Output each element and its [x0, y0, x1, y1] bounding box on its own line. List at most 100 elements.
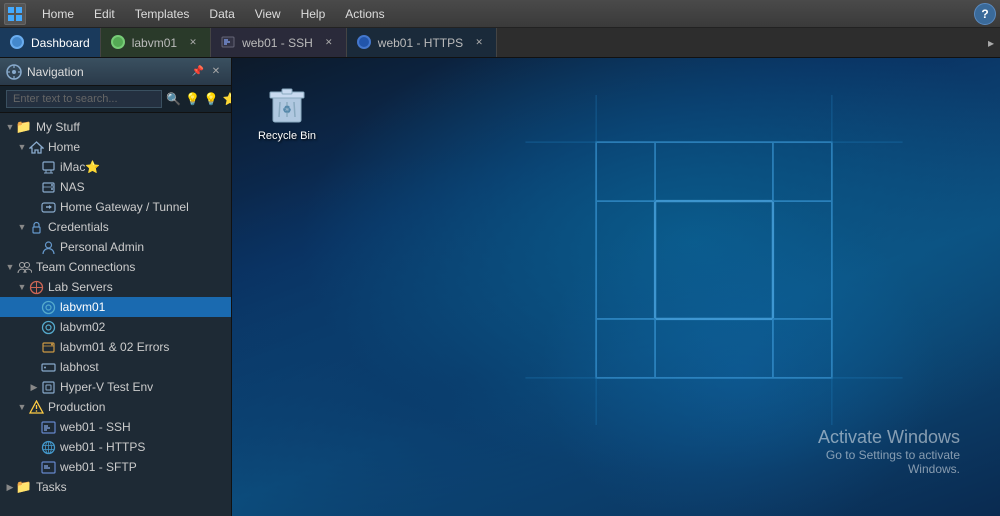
tree-icon-imac [40, 159, 56, 175]
tree-icon-sftp [40, 459, 56, 475]
tree-icon-team [16, 259, 32, 275]
tree-label-hyperv: Hyper-V Test Env [60, 380, 153, 394]
tree-label-labhost: labhost [60, 360, 99, 374]
menu-view[interactable]: View [245, 0, 291, 27]
tree-icon-vm [40, 299, 56, 315]
search-bar: 🔍 💡 💡 ⭐ [0, 86, 231, 113]
tree-label-my-stuff: My Stuff [36, 120, 80, 134]
tab-labvm01[interactable]: labvm01 ✕ [101, 28, 211, 57]
tree-icon-tunnel [40, 199, 56, 215]
search-button[interactable]: 🔍 [166, 92, 181, 106]
tab-overflow[interactable]: ▸ [982, 28, 1000, 57]
tree-icon-prod [28, 399, 44, 415]
tree-chevron-home: ▼ [16, 142, 28, 152]
svg-text:♻: ♻ [283, 105, 292, 116]
tree-item-tunnel[interactable]: Home Gateway / Tunnel [0, 197, 231, 217]
tree-item-imac[interactable]: iMac⭐ [0, 157, 231, 177]
menu-help[interactable]: Help [291, 0, 336, 27]
tree-label-production: Production [48, 400, 105, 414]
menu-home[interactable]: Home [32, 0, 84, 27]
tree-icon-tasks: 📁 [16, 479, 32, 495]
search-input[interactable] [6, 90, 162, 108]
tab-web01-https[interactable]: web01 - HTTPS ✕ [347, 28, 497, 57]
tab-web01-https-close[interactable]: ✕ [472, 36, 486, 50]
tree-label-credentials: Credentials [48, 220, 109, 234]
tree-item-web01-https[interactable]: web01 - HTTPS [0, 437, 231, 457]
tree-label-personal-admin: Personal Admin [60, 240, 144, 254]
menubar: Home Edit Templates Data View Help Actio… [0, 0, 1000, 28]
nav-icon [6, 64, 22, 80]
web01-ssh-tab-icon [221, 35, 237, 51]
tree-label-imac: iMac⭐ [60, 160, 100, 174]
filter2-icon[interactable]: 💡 [204, 92, 219, 106]
tree-icon-error [40, 339, 56, 355]
help-button[interactable]: ? [974, 3, 996, 25]
tree-item-nas[interactable]: NAS [0, 177, 231, 197]
sidebar-pin-button[interactable]: 📌 [189, 63, 207, 81]
sidebar-title: Navigation [27, 65, 189, 79]
tab-dashboard-label: Dashboard [31, 36, 90, 50]
tree-label-web01-https: web01 - HTTPS [60, 440, 145, 454]
tab-dashboard[interactable]: Dashboard [0, 28, 101, 57]
tree-icon-vm [40, 319, 56, 335]
tree-item-lab-servers[interactable]: ▼ Lab Servers [0, 277, 231, 297]
tree-icon-lab [28, 279, 44, 295]
activate-title: Activate Windows [818, 427, 960, 448]
tree-label-nas: NAS [60, 180, 85, 194]
navigation-tree: ▼📁My Stuff▼HomeiMac⭐NASHome Gateway / Tu… [0, 113, 231, 516]
tree-chevron-team-connections: ▼ [4, 262, 16, 272]
tree-item-hyperv[interactable]: ▶Hyper-V Test Env [0, 377, 231, 397]
tree-icon-host [40, 359, 56, 375]
tree-icon-https [40, 439, 56, 455]
tree-icon-folder: 📁 [16, 119, 32, 135]
sidebar-close-button[interactable]: ✕ [207, 63, 225, 81]
tree-chevron-credentials: ▼ [16, 222, 28, 232]
menu-data[interactable]: Data [199, 0, 244, 27]
tree-item-labvm-errors[interactable]: labvm01 & 02 Errors [0, 337, 231, 357]
tree-label-labvm02: labvm02 [60, 320, 105, 334]
filter-icon[interactable]: 💡 [185, 92, 200, 106]
tree-item-labvm02[interactable]: labvm02 [0, 317, 231, 337]
tree-item-team-connections[interactable]: ▼ Team Connections [0, 257, 231, 277]
web01-https-tab-icon [357, 35, 373, 51]
tree-label-tasks: Tasks [36, 480, 67, 494]
windows-decoration [524, 95, 904, 425]
tree-chevron-lab-servers: ▼ [16, 282, 28, 292]
sidebar-header: Navigation 📌 ✕ [0, 58, 231, 86]
tree-label-labvm-errors: labvm01 & 02 Errors [60, 340, 169, 354]
tree-item-home[interactable]: ▼ Home [0, 137, 231, 157]
tree-item-tasks[interactable]: ▶📁 Tasks [0, 477, 231, 497]
tree-item-production[interactable]: ▼Production [0, 397, 231, 417]
tab-labvm01-close[interactable]: ✕ [186, 36, 200, 50]
tree-item-personal-admin[interactable]: Personal Admin [0, 237, 231, 257]
desktop-area: ♻ Recycle Bin Activate Windows Go to Set… [232, 58, 1000, 516]
favorite-icon[interactable]: ⭐ [223, 92, 232, 106]
labvm01-tab-icon [111, 35, 127, 51]
tree-item-web01-sftp[interactable]: web01 - SFTP [0, 457, 231, 477]
main-area: Navigation 📌 ✕ 🔍 💡 💡 ⭐ ▼📁My Stuff▼HomeiM… [0, 58, 1000, 516]
tree-icon-user [40, 239, 56, 255]
tree-item-credentials[interactable]: ▼ Credentials [0, 217, 231, 237]
tree-item-labhost[interactable]: labhost [0, 357, 231, 377]
tree-item-labvm01[interactable]: labvm01 [0, 297, 231, 317]
tree-item-my-stuff[interactable]: ▼📁 My Stuff [0, 117, 231, 137]
activate-subtitle: Go to Settings to activate Windows. [818, 448, 960, 476]
tree-icon-ssh [40, 419, 56, 435]
menu-edit[interactable]: Edit [84, 0, 125, 27]
tree-item-web01-ssh[interactable]: web01 - SSH [0, 417, 231, 437]
recycle-bin[interactable]: ♻ Recycle Bin [252, 78, 322, 142]
tree-chevron-my-stuff: ▼ [4, 122, 16, 132]
app-logo[interactable] [4, 3, 26, 25]
tree-label-labvm01: labvm01 [60, 300, 105, 314]
menu-actions[interactable]: Actions [335, 0, 394, 27]
tree-icon-hyperv [40, 379, 56, 395]
tab-web01-ssh-close[interactable]: ✕ [322, 36, 336, 50]
tree-chevron-tasks: ▶ [4, 482, 16, 493]
tab-web01-ssh[interactable]: web01 - SSH ✕ [211, 28, 347, 57]
tree-label-lab-servers: Lab Servers [48, 280, 113, 294]
tree-label-home: Home [48, 140, 80, 154]
menu-templates[interactable]: Templates [125, 0, 200, 27]
activate-windows-message: Activate Windows Go to Settings to activ… [818, 427, 960, 476]
sidebar: Navigation 📌 ✕ 🔍 💡 💡 ⭐ ▼📁My Stuff▼HomeiM… [0, 58, 232, 516]
tree-label-team-connections: Team Connections [36, 260, 135, 274]
